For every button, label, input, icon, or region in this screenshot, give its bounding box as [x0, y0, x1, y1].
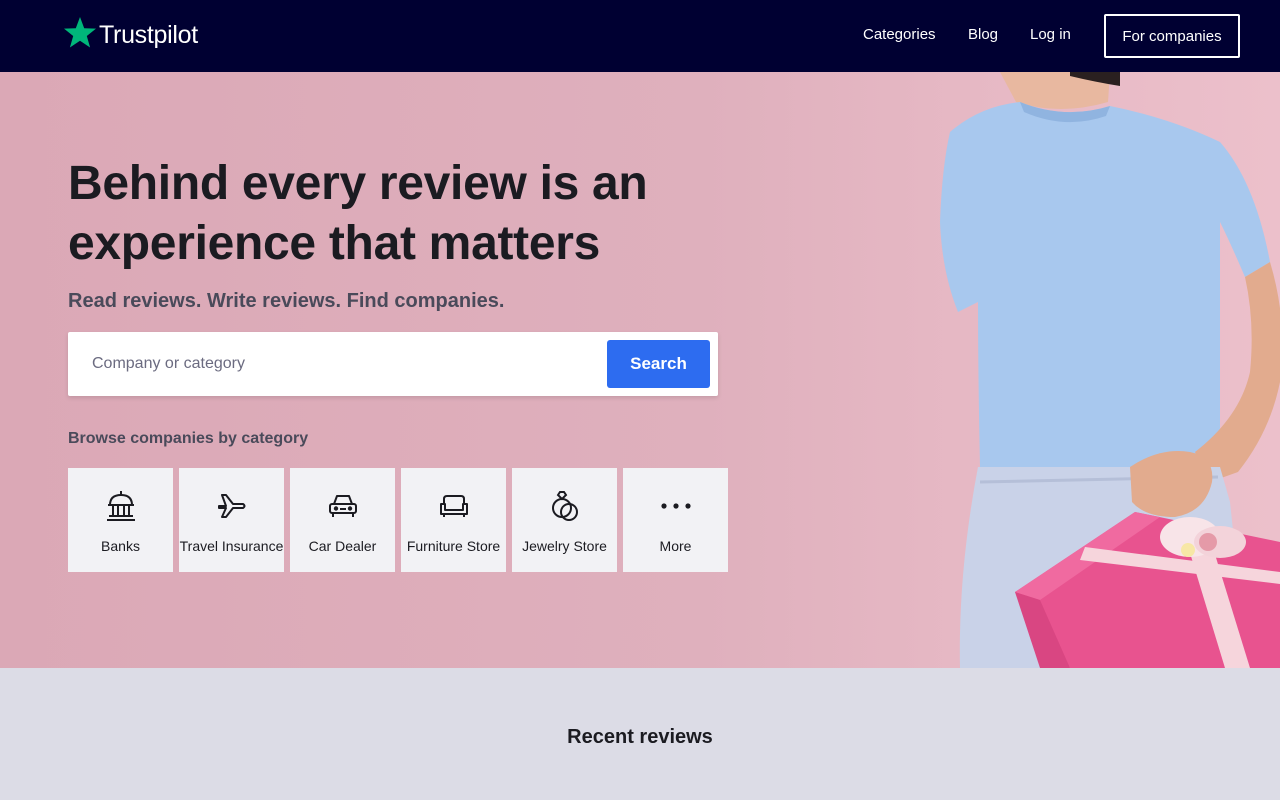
- category-tile-travel-insurance[interactable]: Travel Insurance: [179, 468, 284, 572]
- bank-icon: [68, 490, 173, 522]
- brand-name: Trustpilot: [99, 20, 198, 49]
- browse-categories-label: Browse companies by category: [68, 430, 309, 447]
- star-icon: [64, 17, 96, 48]
- rings-icon: [512, 490, 617, 522]
- nav-link-login[interactable]: Log in: [1030, 26, 1071, 43]
- category-tile-jewelry-store[interactable]: Jewelry Store: [512, 468, 617, 572]
- category-label-jewelry-store: Jewelry Store: [522, 538, 607, 554]
- category-label-furniture-store: Furniture Store: [406, 538, 501, 554]
- hero-section: Behind every review is an experience tha…: [0, 72, 1280, 668]
- top-navigation-bar: Trustpilot Categories Blog Log in For co…: [0, 0, 1280, 72]
- sofa-icon: [401, 490, 506, 522]
- nav-link-categories[interactable]: Categories: [863, 26, 936, 43]
- airplane-icon: [179, 490, 284, 522]
- company-search-input[interactable]: [68, 332, 598, 396]
- more-dots-icon: [623, 490, 728, 522]
- trustpilot-logo[interactable]: Trustpilot: [63, 16, 198, 50]
- category-label-car-dealer: Car Dealer: [308, 538, 377, 554]
- hero-headline: Behind every review is an experience tha…: [68, 157, 648, 270]
- for-companies-button[interactable]: For companies: [1104, 14, 1240, 58]
- search-box: Search: [68, 332, 718, 396]
- search-button[interactable]: Search: [607, 340, 710, 388]
- category-tile-banks[interactable]: Banks: [68, 468, 173, 572]
- hero-subheadline: Read reviews. Write reviews. Find compan…: [68, 290, 505, 312]
- nav-link-blog[interactable]: Blog: [968, 26, 998, 43]
- category-label-travel-insurance: Travel Insurance: [179, 538, 284, 554]
- recent-reviews-section: Recent reviews: [0, 668, 1280, 800]
- hero-person-image: [940, 72, 1280, 668]
- category-tile-car-dealer[interactable]: Car Dealer: [290, 468, 395, 572]
- category-tile-furniture-store[interactable]: Furniture Store: [401, 468, 506, 572]
- category-label-more: More: [659, 538, 692, 554]
- car-icon: [290, 490, 395, 522]
- recent-reviews-title: Recent reviews: [567, 726, 713, 748]
- category-tile-more[interactable]: More: [623, 468, 728, 572]
- category-tiles: Banks Travel Insurance Car Dealer Furnit…: [68, 468, 728, 572]
- category-label-banks: Banks: [101, 538, 140, 554]
